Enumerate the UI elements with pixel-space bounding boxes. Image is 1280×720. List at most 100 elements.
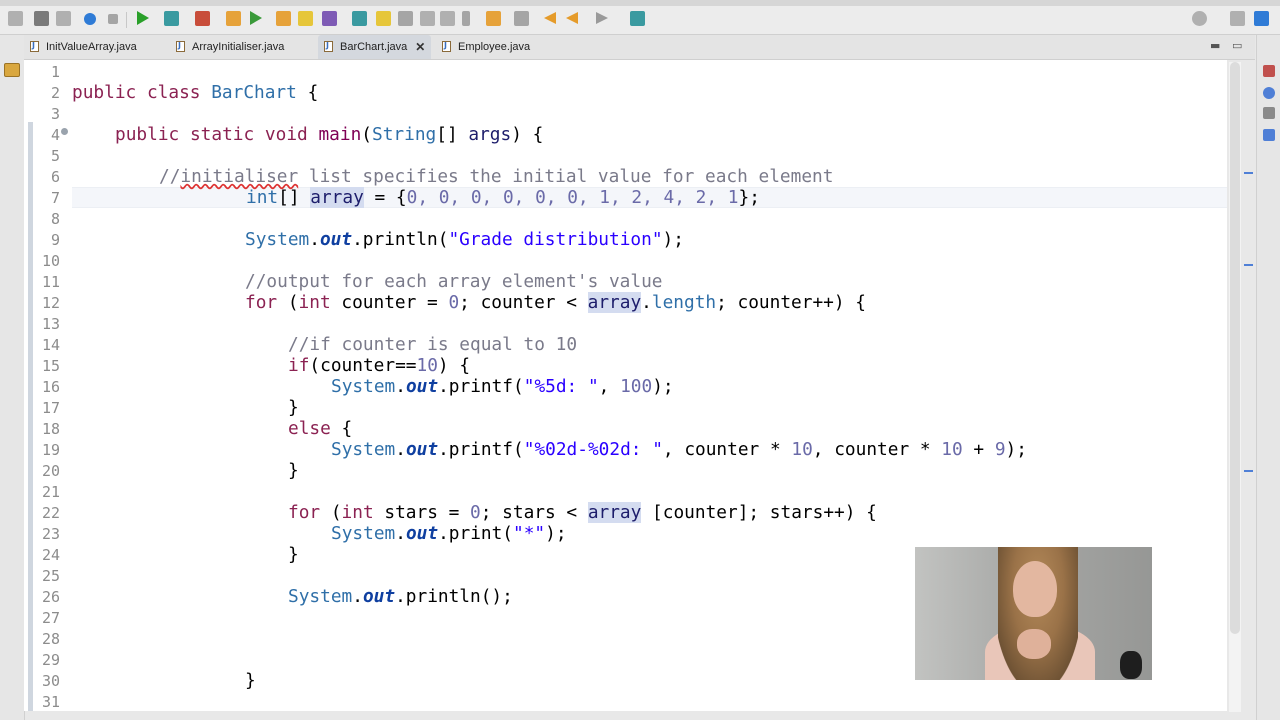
code-line-19: System.out.printf("%02d-%02d: ", counter…: [331, 439, 1027, 460]
overview-ruler-mark[interactable]: [1244, 470, 1253, 472]
line-number: 1: [50, 63, 60, 81]
pin-editor-icon[interactable]: [630, 11, 645, 26]
line-number: 29: [41, 651, 60, 669]
tab-initvaluearray[interactable]: InitValueArray.java: [30, 35, 137, 59]
package-explorer-icon[interactable]: [4, 63, 20, 77]
main-toolbar: [0, 6, 1280, 35]
line-number: 31: [41, 693, 60, 711]
line-number: 22: [41, 504, 60, 522]
line-number: 3: [50, 105, 60, 123]
tab-label: BarChart.java: [340, 41, 408, 53]
tab-label: ArrayInitialiser.java: [192, 41, 285, 53]
overview-ruler-mark[interactable]: [1244, 172, 1253, 174]
coverage-icon[interactable]: [195, 11, 210, 26]
line-number: 25: [41, 567, 60, 585]
line-number: 17: [41, 399, 60, 417]
code-line-9: System.out.println("Grade distribution")…: [245, 229, 684, 250]
close-tab-icon[interactable]: ✕: [415, 40, 425, 54]
minimize-editor-icon[interactable]: ▬: [1210, 39, 1220, 52]
vertical-scrollbar[interactable]: [1230, 62, 1240, 634]
line-number: 18: [41, 420, 60, 438]
outline-icon[interactable]: [1263, 65, 1275, 77]
tab-employee[interactable]: Employee.java: [442, 35, 530, 59]
line-number: 28: [41, 630, 60, 648]
webcam-overlay: [915, 547, 1152, 680]
annotation-icon[interactable]: [398, 11, 413, 26]
line-number: 12: [41, 294, 60, 312]
code-line-15: if(counter==10) {: [288, 355, 471, 376]
code-line-4: public static void main(String[] args) {: [115, 124, 544, 145]
line-number: 15: [41, 357, 60, 375]
skip-breakpoints-icon[interactable]: [108, 14, 118, 24]
tab-arrayinitialiser[interactable]: ArrayInitialiser.java: [176, 35, 284, 59]
line-number: 10: [41, 252, 60, 270]
save-icon[interactable]: [34, 11, 49, 26]
open-type-icon[interactable]: [276, 11, 291, 26]
line-number: 30: [41, 672, 60, 690]
refresh-icon[interactable]: [250, 11, 262, 25]
java-perspective-icon[interactable]: [1254, 11, 1269, 26]
code-line-26: System.out.println();: [288, 586, 513, 607]
code-line-16: System.out.printf("%5d: ", 100);: [331, 376, 674, 397]
search-icon[interactable]: [1192, 11, 1207, 26]
task-list-icon[interactable]: [1263, 87, 1275, 99]
code-line-24: }: [288, 544, 299, 565]
open-folder-icon[interactable]: [298, 11, 313, 26]
highlight-icon[interactable]: [376, 11, 391, 26]
code-line-12: for (int counter = 0; counter < array.le…: [245, 292, 866, 313]
next-annotation-icon[interactable]: [486, 11, 501, 26]
right-side-panel: [1256, 35, 1280, 720]
line-number: 11: [41, 273, 60, 291]
tab-label: Employee.java: [458, 41, 531, 53]
console-icon[interactable]: [1263, 129, 1275, 141]
prev-annotation-icon[interactable]: [514, 11, 529, 26]
overview-ruler-mark[interactable]: [1244, 264, 1253, 266]
tab-barchart[interactable]: BarChart.java ✕: [318, 35, 432, 59]
search-refs-icon[interactable]: [352, 11, 367, 26]
line-number: 5: [50, 147, 60, 165]
code-line-14-comment: //if counter is equal to 10: [288, 334, 578, 355]
code-line-6-comment: //initialiser list specifies the initial…: [159, 166, 834, 187]
line-number: 13: [41, 315, 60, 333]
line-number: 9: [50, 231, 60, 249]
line-number: 26: [41, 588, 60, 606]
debug-icon[interactable]: [84, 13, 96, 25]
run-external-icon[interactable]: [164, 11, 179, 26]
line-number: 2: [50, 84, 60, 102]
toggle-block-icon[interactable]: [440, 11, 455, 26]
code-line-18: else {: [288, 418, 353, 439]
show-whitespace-icon[interactable]: [462, 11, 470, 26]
code-line-7: int[] array = {0, 0, 0, 0, 0, 0, 1, 2, 4…: [246, 187, 760, 208]
line-number: 24: [41, 546, 60, 564]
last-edit-icon[interactable]: [566, 12, 578, 24]
tools-icon[interactable]: [322, 11, 337, 26]
java-file-icon: [176, 41, 186, 53]
problems-icon[interactable]: [1263, 107, 1275, 119]
line-number: 6: [50, 168, 60, 186]
code-line-17: }: [288, 397, 299, 418]
new-file-icon[interactable]: [8, 11, 23, 26]
tab-label: InitValueArray.java: [46, 41, 137, 53]
perspective-icon[interactable]: [1230, 11, 1245, 26]
line-number: 19: [41, 441, 60, 459]
line-number: 21: [41, 483, 60, 501]
code-line-20: }: [288, 460, 299, 481]
new-project-icon[interactable]: [226, 11, 241, 26]
java-file-icon: [442, 41, 452, 53]
line-number: 7: [50, 189, 60, 207]
back-icon[interactable]: [544, 12, 556, 24]
forward-icon[interactable]: [596, 12, 608, 24]
code-line-2: public class BarChart {: [72, 82, 319, 103]
run-icon[interactable]: [137, 11, 149, 25]
save-all-icon[interactable]: [56, 11, 71, 26]
line-number: 8: [50, 210, 60, 228]
code-line-11-comment: //output for each array element's value: [245, 271, 663, 292]
editor-tab-bar: InitValueArray.java ArrayInitialiser.jav…: [24, 35, 1255, 60]
code-line-22: for (int stars = 0; stars < array [count…: [288, 502, 877, 523]
toggle-word-wrap-icon[interactable]: [420, 11, 435, 26]
java-file-icon: [30, 41, 40, 53]
line-number: 27: [41, 609, 60, 627]
override-marker-icon[interactable]: [61, 128, 68, 135]
line-number: 20: [41, 462, 60, 480]
maximize-editor-icon[interactable]: ▭: [1232, 39, 1242, 52]
